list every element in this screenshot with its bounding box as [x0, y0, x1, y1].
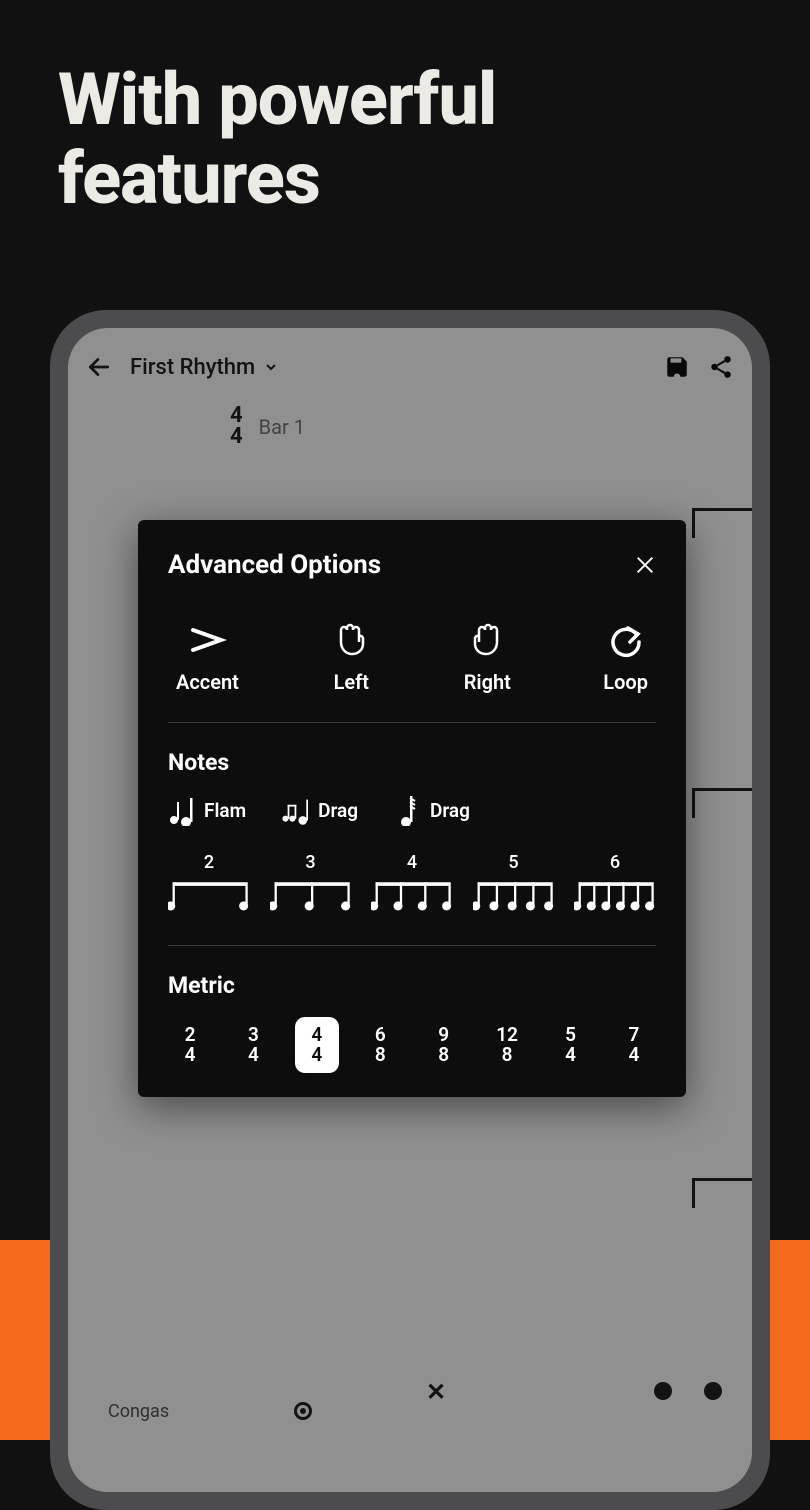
close-icon[interactable] — [634, 554, 656, 576]
panel-title: Advanced Options — [168, 550, 381, 580]
metric-bottom: 8 — [502, 1045, 513, 1065]
metric-bottom: 4 — [565, 1045, 576, 1065]
left-hand-button[interactable]: Left — [331, 620, 371, 694]
instrument-label: Congas — [108, 1401, 169, 1422]
metric-bottom: 4 — [311, 1045, 322, 1065]
track-lane[interactable]: ✕ — [208, 1332, 752, 1392]
tuplet-2-button[interactable]: 2 — [168, 852, 250, 915]
app-bar: First Rhythm — [68, 328, 752, 392]
flam-button[interactable]: Flam — [168, 794, 246, 826]
tuplet-6-button[interactable]: 6 — [574, 852, 656, 915]
metric-7-4-button[interactable]: 74 — [612, 1017, 656, 1073]
back-icon[interactable] — [86, 354, 112, 380]
advanced-options-panel: Advanced Options Accent Left Right — [138, 520, 686, 1097]
tuplet-notes-icon — [371, 875, 453, 915]
time-signature-row: 4 4 Bar 1 — [68, 392, 752, 448]
drag-button[interactable]: Drag — [282, 794, 358, 826]
metric-bottom: 8 — [438, 1045, 449, 1065]
notes-section-title: Notes — [168, 749, 656, 776]
metric-2-4-button[interactable]: 24 — [168, 1017, 212, 1073]
drag2-label: Drag — [430, 799, 470, 822]
option-row: Accent Left Right Loop — [168, 620, 656, 694]
promo-headline: With powerful features — [0, 0, 810, 218]
loop-button[interactable]: Loop — [603, 620, 648, 694]
tuplet-number: 2 — [204, 852, 214, 873]
grid-marker — [692, 1178, 752, 1208]
metric-section-title: Metric — [168, 972, 656, 999]
doc-title-dropdown[interactable]: First Rhythm — [130, 355, 646, 380]
phone-frame: First Rhythm 4 4 Bar 1 ✕ Congas A — [50, 310, 770, 1510]
tuplet-4-button[interactable]: 4 — [371, 852, 453, 915]
metric-4-4-button[interactable]: 44 — [295, 1017, 339, 1073]
loop-label: Loop — [603, 670, 648, 694]
note-dot-icon — [654, 1382, 672, 1400]
right-label: Right — [464, 670, 511, 694]
metric-3-4-button[interactable]: 34 — [231, 1017, 275, 1073]
tuplet-3-button[interactable]: 3 — [270, 852, 352, 915]
metric-9-8-button[interactable]: 98 — [422, 1017, 466, 1073]
ts-bottom: 4 — [230, 427, 243, 448]
chevron-down-icon — [263, 359, 279, 375]
time-signature[interactable]: 4 4 — [230, 406, 243, 448]
grid-marker — [692, 788, 752, 818]
grid-marker — [692, 508, 752, 538]
accent-button[interactable]: Accent — [176, 620, 239, 694]
bar-label: Bar 1 — [259, 415, 305, 439]
save-icon[interactable] — [664, 354, 690, 380]
share-icon[interactable] — [708, 354, 734, 380]
metric-6-8-button[interactable]: 68 — [358, 1017, 402, 1073]
metric-bottom: 4 — [185, 1045, 196, 1065]
divider — [168, 945, 656, 946]
metric-top: 4 — [311, 1025, 322, 1045]
tuplet-notes-icon — [270, 875, 352, 915]
metric-12-8-button[interactable]: 128 — [485, 1017, 529, 1073]
doc-title: First Rhythm — [130, 355, 255, 380]
headline-line-1: With powerful — [58, 57, 496, 142]
flam-label: Flam — [204, 799, 246, 822]
right-hand-icon — [467, 620, 507, 660]
metric-bottom: 4 — [248, 1045, 259, 1065]
phone-screen: First Rhythm 4 4 Bar 1 ✕ Congas A — [68, 328, 752, 1492]
metric-5-4-button[interactable]: 54 — [549, 1017, 593, 1073]
tuplet-notes-icon — [168, 875, 250, 915]
divider — [168, 722, 656, 723]
drag-label: Drag — [318, 799, 358, 822]
grace-notes-row: Flam Drag Drag — [168, 794, 656, 826]
note-x-icon: ✕ — [426, 1378, 446, 1406]
tuplet-number: 4 — [407, 852, 417, 873]
tuplet-row: 2 3 4 5 6 — [168, 852, 656, 915]
tuplet-5-button[interactable]: 5 — [473, 852, 555, 915]
flam-icon — [168, 794, 194, 826]
tuplet-number: 3 — [305, 852, 315, 873]
metric-top: 2 — [185, 1025, 196, 1045]
metric-top: 5 — [565, 1025, 576, 1045]
metric-row: 24344468981285474 — [168, 1017, 656, 1073]
right-hand-button[interactable]: Right — [464, 620, 511, 694]
metric-bottom: 8 — [375, 1045, 386, 1065]
metric-top: 9 — [438, 1025, 449, 1045]
left-hand-icon — [331, 620, 371, 660]
tuplet-notes-icon — [473, 875, 555, 915]
headline-line-2: features — [58, 136, 320, 221]
playhead-icon — [294, 1402, 312, 1420]
accent-icon — [187, 620, 227, 660]
tuplet-notes-icon — [574, 875, 656, 915]
drag-icon — [282, 794, 308, 826]
metric-top: 12 — [496, 1025, 518, 1045]
metric-top: 7 — [629, 1025, 640, 1045]
note-dot-icon — [704, 1382, 722, 1400]
tuplet-number: 6 — [610, 852, 620, 873]
tuplet-number: 5 — [508, 852, 518, 873]
metric-bottom: 4 — [629, 1045, 640, 1065]
drag2-button[interactable]: Drag — [394, 794, 470, 826]
accent-label: Accent — [176, 670, 239, 694]
left-label: Left — [334, 670, 369, 694]
metric-top: 6 — [375, 1025, 386, 1045]
metric-top: 3 — [248, 1025, 259, 1045]
loop-icon — [606, 620, 646, 660]
drag2-icon — [394, 794, 420, 826]
